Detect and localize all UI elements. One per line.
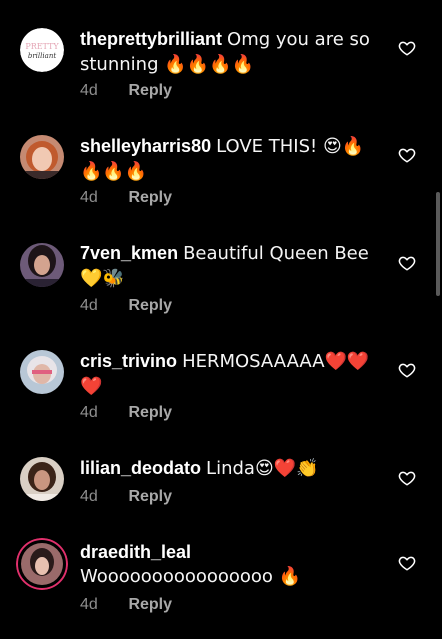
comment-username[interactable]: cris_trivino bbox=[80, 351, 177, 371]
heart-outline-icon[interactable] bbox=[398, 39, 416, 57]
reply-button[interactable]: Reply bbox=[128, 596, 172, 613]
scrollbar[interactable] bbox=[436, 192, 440, 296]
comment-text: theprettybrilliant Omg you are so stunni… bbox=[80, 27, 380, 77]
comment-age: 4d bbox=[80, 297, 98, 314]
heart-outline-icon[interactable] bbox=[398, 554, 416, 572]
pretty-brilliant-logo-icon: PRETTY brilliant bbox=[20, 28, 64, 72]
comment-age: 4d bbox=[80, 596, 98, 613]
avatar[interactable]: PRETTY brilliant bbox=[20, 28, 64, 72]
comment-age: 4d bbox=[80, 189, 98, 206]
heart-outline-icon[interactable] bbox=[398, 254, 416, 272]
heart-outline-icon[interactable] bbox=[398, 361, 416, 379]
comment-text: shelleyharris80 LOVE THIS! 😍🔥🔥🔥🔥 bbox=[80, 134, 380, 184]
comment-username[interactable]: theprettybrilliant bbox=[80, 29, 222, 49]
avatar-story-ring[interactable] bbox=[16, 538, 68, 590]
comment-meta: 4d Reply bbox=[80, 81, 172, 101]
comment-meta: 4d Reply bbox=[80, 403, 172, 423]
svg-text:PRETTY: PRETTY bbox=[25, 42, 59, 51]
comment-meta: 4d Reply bbox=[80, 595, 172, 615]
comment-text: 7ven_kmen Beautiful Queen Bee 💛🐝 bbox=[80, 241, 380, 291]
reply-button[interactable]: Reply bbox=[128, 189, 172, 206]
comment-body: Linda😍❤️👏 bbox=[206, 458, 319, 479]
profile-photo-icon bbox=[20, 457, 64, 501]
comment-age: 4d bbox=[80, 404, 98, 421]
profile-photo-icon bbox=[20, 135, 64, 179]
avatar[interactable] bbox=[20, 457, 64, 501]
profile-photo-icon bbox=[16, 538, 68, 590]
comment-age: 4d bbox=[80, 82, 98, 99]
comment-username[interactable]: shelleyharris80 bbox=[80, 136, 211, 156]
heart-outline-icon[interactable] bbox=[398, 469, 416, 487]
comment-username[interactable]: 7ven_kmen bbox=[80, 243, 178, 263]
comment-meta: 4d Reply bbox=[80, 296, 172, 316]
comment-meta: 4d Reply bbox=[80, 487, 172, 507]
profile-photo-icon bbox=[20, 243, 64, 287]
reply-button[interactable]: Reply bbox=[128, 404, 172, 421]
comment-text: draedith_leal Woooooooooooooooo 🔥 bbox=[80, 540, 380, 589]
reply-button[interactable]: Reply bbox=[128, 82, 172, 99]
comment-age: 4d bbox=[80, 488, 98, 505]
profile-photo-icon bbox=[20, 350, 64, 394]
avatar[interactable] bbox=[20, 243, 64, 287]
avatar[interactable] bbox=[20, 350, 64, 394]
comment-text: cris_trivino HERMOSAAAAA❤️❤️❤️ bbox=[80, 349, 380, 399]
heart-outline-icon[interactable] bbox=[398, 146, 416, 164]
comment-username[interactable]: lilian_deodato bbox=[80, 458, 201, 478]
avatar[interactable] bbox=[20, 135, 64, 179]
comment-meta: 4d Reply bbox=[80, 188, 172, 208]
comment-text: lilian_deodato Linda😍❤️👏 bbox=[80, 456, 380, 481]
reply-button[interactable]: Reply bbox=[128, 297, 172, 314]
comment-username[interactable]: draedith_leal bbox=[80, 542, 191, 562]
reply-button[interactable]: Reply bbox=[128, 488, 172, 505]
svg-text:brilliant: brilliant bbox=[28, 52, 56, 60]
comment-body: Woooooooooooooooo 🔥 bbox=[80, 566, 302, 587]
